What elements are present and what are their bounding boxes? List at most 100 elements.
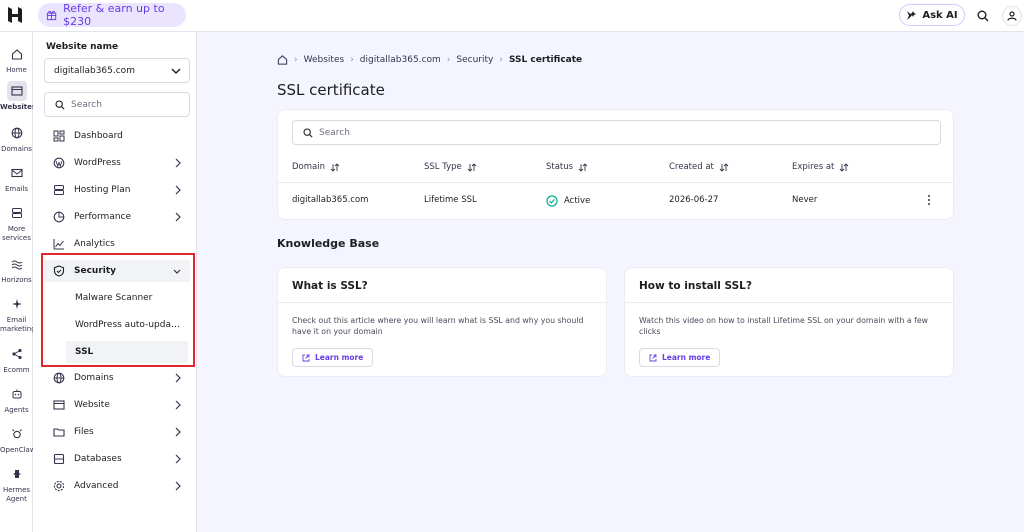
rail-label: Domains [1,145,32,153]
sidebar-item-label: WordPress [74,158,121,168]
rail-item-home[interactable]: Home [0,44,33,75]
rail-label: Emails [4,185,29,193]
main-rail: Home Websites Domains Emails More servic… [0,32,36,532]
globe-icon [7,123,27,143]
chevron-right-icon [175,454,181,464]
sort-icon [330,162,340,172]
table-search-placeholder: Search [319,127,350,138]
rail-item-email-marketing[interactable]: Email marketing [0,294,36,334]
ssl-table-card: Search Domain SSL Type Status Created at… [277,109,955,220]
wordpress-icon [52,156,66,170]
learn-more-button[interactable]: Learn more [292,348,374,367]
breadcrumb-security[interactable]: Security [456,55,493,65]
column-header-status[interactable]: Status [546,162,588,172]
home-icon[interactable] [277,54,288,65]
kb-card-divider [278,302,606,303]
breadcrumb-separator: › [499,54,503,65]
sidebar-item-wordpress[interactable]: WordPress [44,152,190,174]
gear-icon [52,479,66,493]
ask-ai-label: Ask AI [922,9,958,21]
main-content: › Websites › digitallab365.com › Securit… [197,32,1024,532]
kb-card-divider [625,302,953,303]
sidebar-item-analytics[interactable]: Analytics [44,233,190,255]
globe-icon [52,371,66,385]
rail-label: Hermes Agent [2,486,31,503]
rail-item-agents[interactable]: Agents [0,384,33,415]
rail-item-emails[interactable]: Emails [0,163,33,194]
account-icon[interactable] [1002,6,1022,26]
sidebar-item-label: Hosting Plan [74,185,131,195]
sidebar-item-website[interactable]: Website [44,394,190,416]
column-header-ssl-type[interactable]: SSL Type [424,162,477,172]
folder-icon [52,425,66,439]
analytics-icon [52,237,66,251]
sidebar-item-domains[interactable]: Domains [44,367,190,389]
sidebar-item-label: Domains [74,373,114,383]
column-header-created-at[interactable]: Created at [669,162,729,172]
column-header-label: Status [546,162,574,172]
sidebar-item-dashboard[interactable]: Dashboard [44,125,190,147]
dashboard-icon [52,129,66,143]
sidebar-item-databases[interactable]: Databases [44,448,190,470]
refer-earn-button[interactable]: Refer & earn up to $230 [38,2,186,28]
column-header-label: SSL Type [424,162,462,172]
sort-icon [840,162,849,172]
email-marketing-icon [7,294,27,314]
status-badge: Active [564,196,591,206]
rail-item-openclaw[interactable]: OpenClaw [0,424,36,455]
column-header-label: Expires at [792,162,835,172]
breadcrumb-site[interactable]: digitallab365.com [360,55,441,65]
rail-item-ecomm[interactable]: Ecomm [0,344,33,375]
breadcrumb: › Websites › digitallab365.com › Securit… [277,54,582,65]
rail-item-domains[interactable]: Domains [0,123,33,154]
horizons-icon [7,254,27,274]
sidebar-item-label: Performance [74,212,132,222]
sidebar-item-files[interactable]: Files [44,421,190,443]
learn-more-label: Learn more [662,353,711,362]
cell-expires-at: Never [792,195,818,205]
kb-card-title: How to install SSL? [639,280,752,292]
rail-item-horizons[interactable]: Horizons [0,254,33,285]
learn-more-button[interactable]: Learn more [639,348,721,367]
sidebar-item-advanced[interactable]: Advanced [44,475,190,497]
ask-ai-button[interactable]: Ask AI [899,4,965,26]
home-icon [7,44,27,64]
sidebar-item-performance[interactable]: Performance [44,206,190,228]
column-header-label: Domain [292,162,325,172]
search-icon[interactable] [973,6,993,26]
server-icon [7,203,27,223]
cell-created-at: 2026-06-27 [669,195,719,205]
chevron-right-icon [175,158,181,168]
mail-icon [7,163,27,183]
sidebar-item-label: Website [74,400,110,410]
kb-card-text: Check out this article where you will le… [292,316,584,336]
table-search-input[interactable]: Search [292,120,941,145]
sidebar-item-hosting-plan[interactable]: Hosting Plan [44,179,190,201]
hostinger-logo-icon[interactable] [5,5,25,25]
website-select[interactable]: digitallab365.com [44,58,190,83]
sidebar-search-input[interactable]: Search [44,92,190,117]
cell-domain: digitallab365.com [292,195,369,205]
top-bar: Refer & earn up to $230 Ask AI [0,0,1024,32]
check-circle-icon [546,195,558,207]
rail-item-websites[interactable]: Websites [0,81,36,112]
chevron-right-icon [175,427,181,437]
rail-label: Home [6,66,27,74]
more-actions-icon[interactable] [923,193,935,207]
external-link-icon [302,354,310,361]
chevron-right-icon [175,400,181,410]
server-icon [52,183,66,197]
chevron-down-icon [171,68,181,74]
claw-icon [7,424,27,444]
column-header-expires-at[interactable]: Expires at [792,162,849,172]
refer-label: Refer & earn up to $230 [63,2,165,28]
rail-item-more-services[interactable]: More services [0,203,33,243]
breadcrumb-websites[interactable]: Websites [304,55,345,65]
cell-status: Active [546,195,590,207]
breadcrumb-separator: › [350,54,354,65]
column-header-domain[interactable]: Domain [292,162,340,172]
search-icon [303,127,313,138]
rail-label: Email marketing [0,316,36,333]
external-link-icon [649,354,657,361]
rail-item-hermes-agent[interactable]: Hermes Agent [0,464,33,504]
